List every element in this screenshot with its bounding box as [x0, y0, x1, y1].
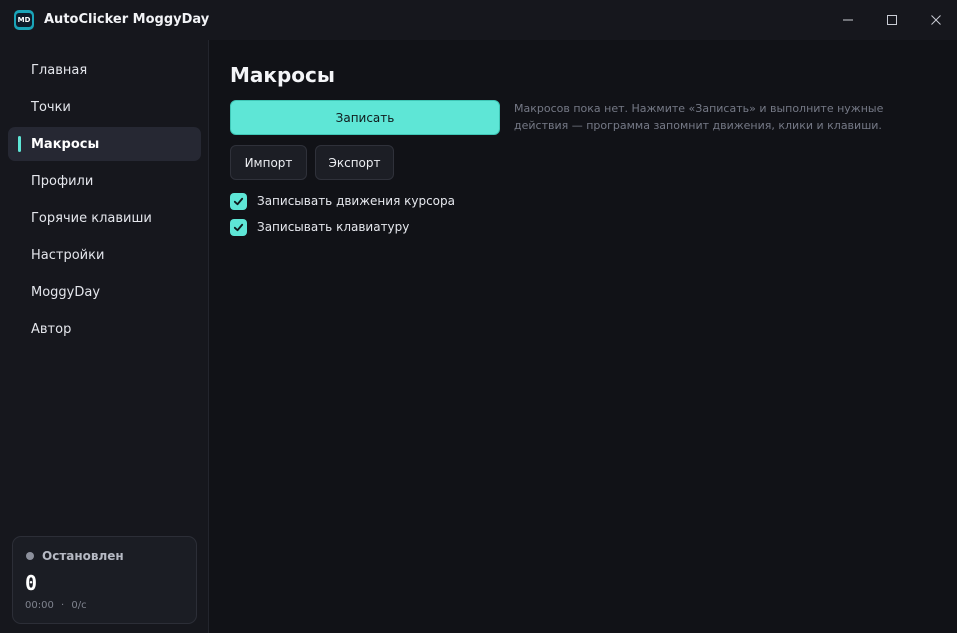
status-label: Остановлен	[42, 549, 124, 563]
sidebar-item-moggyday[interactable]: MoggyDay	[8, 275, 201, 309]
active-indicator	[18, 136, 21, 152]
sidebar-item-label: Настройки	[31, 247, 105, 263]
sidebar-item-label: Макросы	[31, 136, 100, 152]
status-meta: 00:00 · 0/с	[25, 600, 91, 611]
elapsed-time: 00:00	[25, 600, 54, 611]
maximize-button[interactable]	[869, 0, 915, 40]
sidebar-item-hotkeys[interactable]: Горячие клавиши	[8, 201, 201, 235]
record-cursor-checkbox[interactable]	[230, 192, 247, 210]
record-button[interactable]: Записать	[230, 100, 500, 135]
status-dot-icon	[26, 552, 34, 560]
app-logo-text: MD	[16, 13, 32, 27]
sidebar: Главная Точки Макросы Профили Горячие кл…	[0, 40, 209, 633]
status-card: Остановлен 0 00:00 · 0/с	[12, 536, 197, 624]
checkbox-label[interactable]: Записывать движения курсора	[257, 194, 455, 208]
check-icon	[233, 197, 244, 205]
sidebar-item-label: Главная	[31, 62, 88, 78]
click-count: 0	[25, 571, 38, 595]
click-rate: 0/с	[71, 600, 87, 611]
sidebar-item-label: Профили	[31, 173, 94, 189]
main-content: Макросы Записать Макросов пока нет. Нажм…	[210, 40, 957, 633]
option-record-cursor: Записывать движения курсора	[230, 191, 455, 211]
app-logo-icon: MD	[14, 10, 34, 30]
minimize-icon	[843, 19, 853, 21]
sidebar-item-profiles[interactable]: Профили	[8, 164, 201, 198]
minimize-button[interactable]	[825, 0, 871, 40]
maximize-icon	[887, 15, 897, 25]
close-icon	[931, 15, 941, 25]
sidebar-item-author[interactable]: Автор	[8, 312, 201, 346]
meta-separator: ·	[61, 600, 65, 611]
title-bar: MD AutoClicker MoggyDay	[0, 0, 957, 40]
page-title: Макросы	[230, 63, 335, 87]
sidebar-item-label: MoggyDay	[31, 284, 101, 300]
app-title: AutoClicker MoggyDay	[44, 12, 210, 27]
record-keyboard-checkbox[interactable]	[230, 218, 247, 236]
sidebar-item-macros[interactable]: Макросы	[8, 127, 201, 161]
import-button[interactable]: Импорт	[230, 145, 307, 180]
sidebar-item-settings[interactable]: Настройки	[8, 238, 201, 272]
sidebar-item-label: Горячие клавиши	[31, 210, 152, 226]
app-window: MD AutoClicker MoggyDay Главная Точки Ма…	[0, 0, 957, 633]
sidebar-item-label: Точки	[31, 99, 71, 115]
check-icon	[233, 223, 244, 231]
close-button[interactable]	[913, 0, 957, 40]
empty-hint: Макросов пока нет. Нажмите «Записать» и …	[514, 102, 884, 132]
sidebar-item-home[interactable]: Главная	[8, 53, 201, 87]
sidebar-item-points[interactable]: Точки	[8, 90, 201, 124]
sidebar-item-label: Автор	[31, 321, 72, 337]
option-record-keyboard: Записывать клавиатуру	[230, 217, 409, 237]
checkbox-label[interactable]: Записывать клавиатуру	[257, 220, 409, 234]
export-button[interactable]: Экспорт	[315, 145, 394, 180]
